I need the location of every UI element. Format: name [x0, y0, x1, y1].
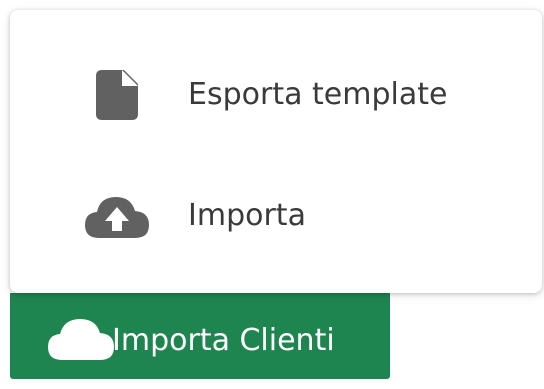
button-label: Importa Clienti — [112, 323, 335, 358]
menu-item-label: Esporta template — [188, 77, 448, 112]
menu-item-export-template[interactable]: Esporta template — [10, 47, 542, 143]
file-icon — [85, 47, 149, 143]
import-clients-button[interactable]: Importa Clienti — [10, 293, 390, 379]
cloud-icon — [48, 318, 114, 360]
import-export-menu: Esporta template Importa — [10, 10, 542, 293]
menu-item-import[interactable]: Importa — [10, 168, 542, 264]
menu-item-label: Importa — [188, 198, 306, 233]
cloud-upload-icon — [85, 168, 149, 264]
